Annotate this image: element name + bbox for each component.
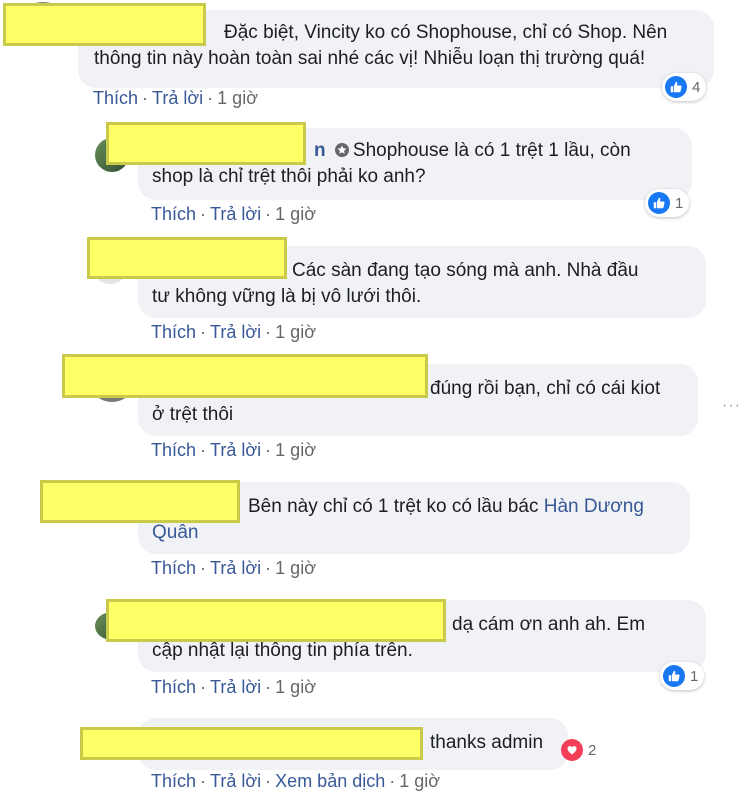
like-link[interactable]: Thích — [151, 558, 196, 578]
mention-link[interactable]: Quân — [152, 522, 198, 543]
timestamp[interactable]: 1 giờ — [275, 440, 316, 460]
comment-text: Shophouse là có 1 trệt 1 lầu, còn — [352, 140, 631, 161]
reply-link[interactable]: Trả lời — [210, 677, 261, 697]
comment-text-line: tư không vững là bị vô lưới thôi. — [152, 286, 422, 307]
reply-link[interactable]: Trả lời — [210, 440, 261, 460]
like-link[interactable]: Thích — [151, 322, 196, 342]
comment-actions: Thích · Trả lời · Xem bản dịch · 1 giờ — [151, 771, 440, 792]
separator: · — [200, 204, 207, 224]
timestamp[interactable]: 1 giờ — [275, 677, 316, 697]
redacted-name — [106, 122, 306, 165]
like-link[interactable]: Thích — [151, 440, 196, 460]
timestamp[interactable]: 1 giờ — [217, 88, 258, 108]
comment-actions: Thích · Trả lời · 1 giờ — [151, 677, 316, 698]
like-icon — [663, 665, 685, 687]
comment-actions: Thích · Trả lời · 1 giờ — [151, 204, 316, 225]
reply-link[interactable]: Trả lời — [210, 204, 261, 224]
redacted-name — [62, 354, 428, 398]
comment-text-line: ở trệt thôi — [152, 404, 234, 425]
like-icon — [665, 76, 687, 98]
like-link[interactable]: Thích — [93, 88, 138, 108]
more-options-icon[interactable]: ··· — [722, 397, 741, 415]
timestamp[interactable]: 1 giờ — [275, 558, 316, 578]
reply-link[interactable]: Trả lời — [210, 558, 261, 578]
like-link[interactable]: Thích — [151, 677, 196, 697]
reaction-count[interactable]: 1 — [660, 662, 705, 690]
timestamp[interactable]: 1 giờ — [399, 771, 440, 791]
mention-link[interactable]: Hàn Dương — [544, 496, 644, 517]
redacted-name — [40, 480, 240, 523]
reply-link[interactable]: Trả lời — [152, 88, 203, 108]
comment-text-line: shop là chỉ trệt thôi phải ko anh? — [152, 166, 426, 187]
author-name[interactable]: n — [314, 140, 326, 161]
heart-icon — [561, 739, 583, 761]
separator: · — [265, 677, 272, 697]
separator: · — [142, 88, 149, 108]
like-link[interactable]: Thích — [151, 771, 196, 791]
admin-badge-icon — [334, 143, 349, 157]
separator: · — [207, 88, 214, 108]
timestamp[interactable]: 1 giờ — [275, 204, 316, 224]
separator: · — [265, 322, 272, 342]
separator: · — [265, 558, 272, 578]
reply-link[interactable]: Trả lời — [210, 771, 261, 791]
comment-actions: Thích · Trả lời · 1 giờ — [151, 322, 316, 343]
like-link[interactable]: Thích — [151, 204, 196, 224]
comment-actions: Thích · Trả lời · 1 giờ — [151, 440, 316, 461]
separator: · — [265, 204, 272, 224]
translate-link[interactable]: Xem bản dịch — [275, 771, 385, 791]
comment-text: Bên này chỉ có 1 trệt ko có lầu bác — [248, 496, 544, 517]
separator: · — [200, 322, 207, 342]
like-icon — [648, 192, 670, 214]
reaction-count[interactable]: 2 — [558, 736, 602, 764]
reply-link[interactable]: Trả lời — [210, 322, 261, 342]
redacted-name — [80, 727, 423, 760]
redacted-name — [3, 3, 206, 46]
reaction-number: 1 — [690, 667, 699, 685]
separator: · — [389, 771, 396, 791]
comment-actions: Thích · Trả lời · 1 giờ — [151, 558, 316, 579]
separator: · — [200, 771, 207, 791]
separator: · — [265, 771, 272, 791]
redacted-name — [106, 599, 446, 642]
reaction-number: 4 — [692, 78, 701, 96]
comment-actions: Thích · Trả lời · 1 giờ — [93, 88, 258, 109]
reaction-count[interactable]: 1 — [645, 189, 690, 217]
separator: · — [200, 677, 207, 697]
comment-text-line: thông tin này hoàn toàn sai nhé các vị! … — [94, 48, 646, 69]
separator: · — [200, 558, 207, 578]
comment-text-line: Quân — [152, 520, 676, 546]
reaction-number: 2 — [588, 741, 597, 759]
timestamp[interactable]: 1 giờ — [275, 322, 316, 342]
reaction-number: 1 — [675, 194, 684, 212]
separator: · — [200, 440, 207, 460]
redacted-name — [87, 237, 287, 279]
reaction-count[interactable]: 4 — [662, 73, 707, 101]
separator: · — [265, 440, 272, 460]
